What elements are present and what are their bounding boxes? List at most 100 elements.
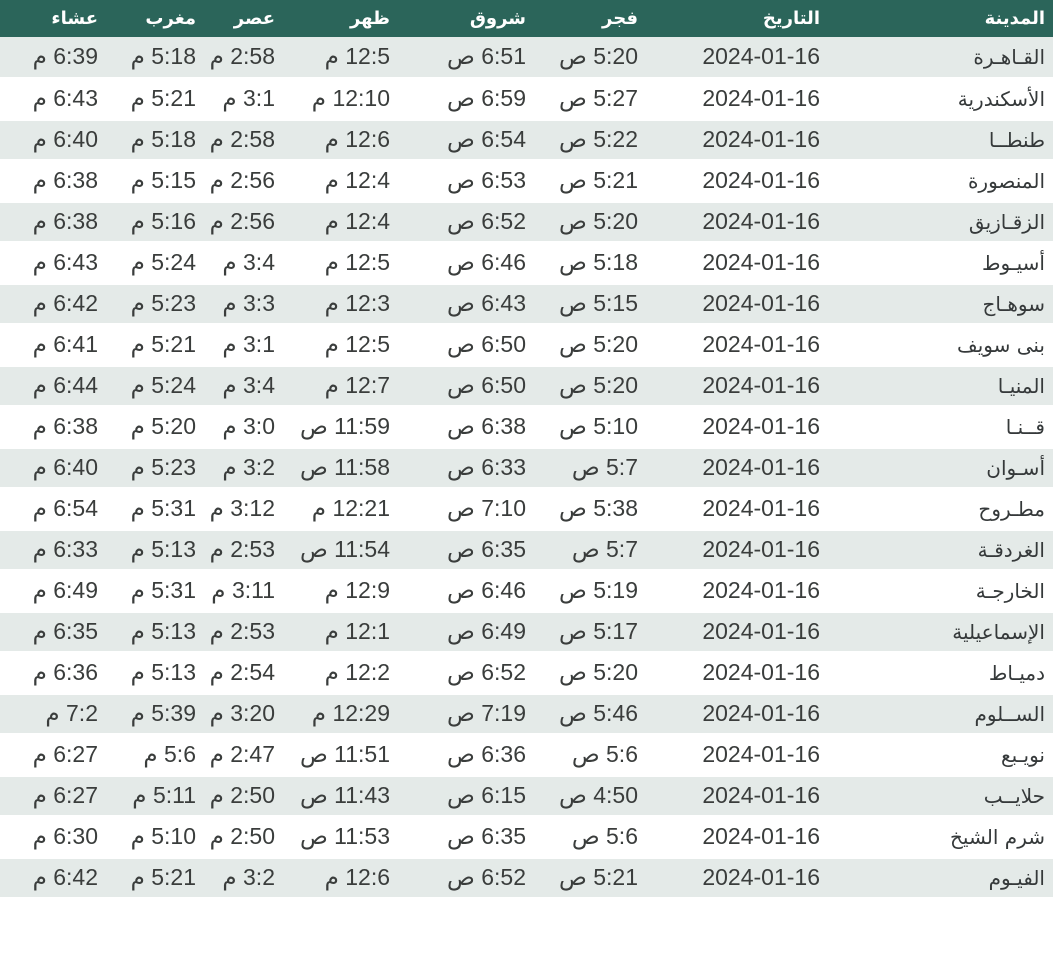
dhuhr-cell: 11:58 ص <box>299 454 390 480</box>
sunrise-cell: 6:38 ص <box>447 413 526 439</box>
sunrise-cell: 6:46 ص <box>447 577 526 603</box>
asr-cell: 3:1 م <box>222 331 275 357</box>
sunrise-cell: 6:35 ص <box>447 536 526 562</box>
asr-cell: 3:0 م <box>222 413 275 439</box>
fajr-cell: 5:20 ص <box>559 208 638 234</box>
sunrise-cell: 6:54 ص <box>447 126 526 152</box>
dhuhr-cell: 12:29 م <box>311 700 390 726</box>
city-cell: طنطــا <box>988 127 1045 152</box>
date-cell: 2024-01-16 <box>702 864 820 890</box>
isha-cell: 6:38 م <box>32 167 98 193</box>
date-cell: 2024-01-16 <box>702 659 820 685</box>
date-cell: 2024-01-16 <box>702 126 820 152</box>
table-row: الخارجـة 2024-01-16 5:19 ص 6:46 ص 12:9 م… <box>0 570 1053 611</box>
dhuhr-cell: 12:5 م <box>324 249 390 275</box>
table-row: الغردقـة 2024-01-16 5:7 ص 6:35 ص 11:54 ص… <box>0 529 1053 570</box>
asr-cell: 2:53 م <box>209 618 275 644</box>
table-row: سوهـاج 2024-01-16 5:15 ص 6:43 ص 12:3 م 3… <box>0 283 1053 324</box>
asr-cell: 3:1 م <box>222 85 275 111</box>
table-header: المدينة التاريخ فجر شروق ظهر عصر مغرب عش… <box>0 0 1053 37</box>
fajr-cell: 5:10 ص <box>559 413 638 439</box>
fajr-cell: 5:21 ص <box>559 167 638 193</box>
isha-cell: 6:38 م <box>32 208 98 234</box>
city-cell: المنصورة <box>967 168 1045 193</box>
city-cell: الأسكندرية <box>957 86 1045 111</box>
dhuhr-cell: 11:59 ص <box>299 413 390 439</box>
isha-cell: 6:43 م <box>32 85 98 111</box>
city-cell: قــنـا <box>1005 414 1045 439</box>
table-row: القـاهـرة 2024-01-16 5:20 ص 6:51 ص 12:5 … <box>0 37 1053 78</box>
city-cell: الزقـازيق <box>968 209 1045 234</box>
fajr-cell: 5:19 ص <box>559 577 638 603</box>
sunrise-cell: 6:15 ص <box>447 782 526 808</box>
fajr-cell: 5:6 ص <box>571 823 638 849</box>
date-cell: 2024-01-16 <box>702 782 820 808</box>
date-cell: 2024-01-16 <box>702 249 820 275</box>
dhuhr-cell: 12:4 م <box>324 208 390 234</box>
table-row: حلايــب 2024-01-16 4:50 ص 6:15 ص 11:43 ص… <box>0 775 1053 816</box>
maghrib-cell: 5:6 م <box>143 741 196 767</box>
dhuhr-cell: 12:5 م <box>324 331 390 357</box>
date-cell: 2024-01-16 <box>702 495 820 521</box>
dhuhr-cell: 12:21 م <box>311 495 390 521</box>
maghrib-cell: 5:24 م <box>130 372 196 398</box>
dhuhr-cell: 11:53 ص <box>299 823 390 849</box>
maghrib-cell: 5:13 م <box>130 659 196 685</box>
asr-cell: 3:11 م <box>211 577 275 603</box>
fajr-cell: 5:15 ص <box>559 290 638 316</box>
table-row: أسـوان 2024-01-16 5:7 ص 6:33 ص 11:58 ص 3… <box>0 447 1053 488</box>
asr-cell: 2:56 م <box>209 208 275 234</box>
sunrise-cell: 7:10 ص <box>447 495 526 521</box>
asr-cell: 2:56 م <box>209 167 275 193</box>
fajr-cell: 5:46 ص <box>559 700 638 726</box>
dhuhr-cell: 12:5 م <box>324 43 390 70</box>
city-cell: القـاهـرة <box>973 44 1045 69</box>
city-cell: الخارجـة <box>975 578 1045 603</box>
sunrise-cell: 6:33 ص <box>447 454 526 480</box>
city-cell: شرم الشيخ <box>950 824 1045 849</box>
table-row: الفيـوم 2024-01-16 5:21 ص 6:52 ص 12:6 م … <box>0 857 1053 898</box>
maghrib-cell: 5:11 م <box>132 782 196 808</box>
dhuhr-cell: 12:10 م <box>311 85 390 111</box>
dhuhr-cell: 12:9 م <box>324 577 390 603</box>
header-maghrib: مغرب <box>145 8 196 29</box>
asr-cell: 3:2 م <box>222 454 275 480</box>
prayer-times-table: المدينة التاريخ فجر شروق ظهر عصر مغرب عش… <box>0 0 1053 900</box>
table-row: دميـاط 2024-01-16 5:20 ص 6:52 ص 12:2 م 2… <box>0 652 1053 693</box>
isha-cell: 6:44 م <box>32 372 98 398</box>
header-dhuhr: ظهر <box>349 8 390 29</box>
date-cell: 2024-01-16 <box>702 618 820 644</box>
fajr-cell: 4:50 ص <box>559 782 638 808</box>
table-row: بنى سويف 2024-01-16 5:20 ص 6:50 ص 12:5 م… <box>0 324 1053 365</box>
dhuhr-cell: 12:6 م <box>324 126 390 152</box>
sunrise-cell: 6:50 ص <box>447 372 526 398</box>
table-row: شرم الشيخ 2024-01-16 5:6 ص 6:35 ص 11:53 … <box>0 816 1053 857</box>
maghrib-cell: 5:21 م <box>130 85 196 111</box>
maghrib-cell: 5:20 م <box>130 413 196 439</box>
date-cell: 2024-01-16 <box>702 85 820 111</box>
table-row: الســلوم 2024-01-16 5:46 ص 7:19 ص 12:29 … <box>0 693 1053 734</box>
isha-cell: 6:38 م <box>32 413 98 439</box>
fajr-cell: 5:18 ص <box>559 249 638 275</box>
maghrib-cell: 5:39 م <box>130 700 196 726</box>
sunrise-cell: 6:52 ص <box>447 208 526 234</box>
maghrib-cell: 5:15 م <box>130 167 196 193</box>
maghrib-cell: 5:13 م <box>130 618 196 644</box>
maghrib-cell: 5:10 م <box>130 823 196 849</box>
dhuhr-cell: 11:51 ص <box>299 741 390 767</box>
city-cell: الغردقـة <box>977 537 1045 562</box>
asr-cell: 2:53 م <box>209 536 275 562</box>
maghrib-cell: 5:31 م <box>130 577 196 603</box>
sunrise-cell: 6:46 ص <box>447 249 526 275</box>
table-row: الأسكندرية 2024-01-16 5:27 ص 6:59 ص 12:1… <box>0 78 1053 119</box>
asr-cell: 2:58 م <box>209 43 275 70</box>
fajr-cell: 5:20 ص <box>559 43 638 70</box>
maghrib-cell: 5:23 م <box>130 454 196 480</box>
date-cell: 2024-01-16 <box>702 741 820 767</box>
dhuhr-cell: 12:1 م <box>324 618 390 644</box>
isha-cell: 6:27 م <box>32 782 98 808</box>
date-cell: 2024-01-16 <box>702 43 820 70</box>
city-cell: أسـوان <box>986 455 1045 480</box>
isha-cell: 6:40 م <box>32 126 98 152</box>
isha-cell: 6:42 م <box>32 864 98 890</box>
